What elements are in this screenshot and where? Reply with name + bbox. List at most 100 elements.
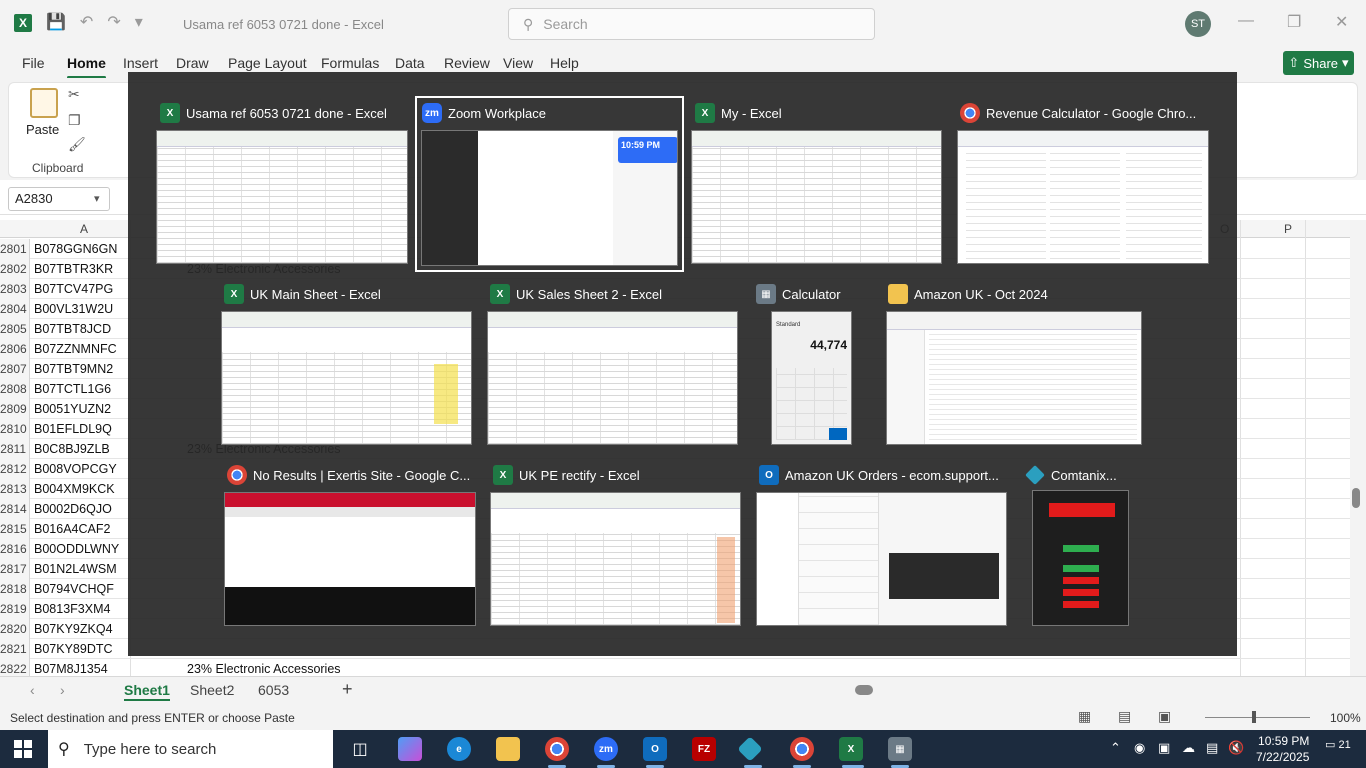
outlook-icon[interactable]: O — [643, 737, 667, 761]
cell-asin[interactable]: B00ODDLWNY — [34, 539, 119, 559]
excel-icon[interactable]: X — [839, 737, 863, 761]
row-number[interactable]: 2819 — [0, 599, 30, 619]
speaker-muted-icon[interactable]: 🔇 — [1228, 740, 1244, 756]
window-thumbnail-outlook[interactable] — [756, 492, 1007, 626]
cell-asin[interactable]: B0002D6QJO — [34, 499, 112, 519]
window-thumbnail-comtanix[interactable] — [1032, 490, 1129, 626]
window-thumbnail-usama-excel[interactable] — [156, 130, 408, 264]
sheet-tab-sheet2[interactable]: Sheet2 — [190, 682, 234, 698]
cell-asin[interactable]: B0051YUZN2 — [34, 399, 111, 419]
cell-asin[interactable]: B01EFLDL9Q — [34, 419, 112, 439]
windows-start-icon[interactable] — [14, 740, 32, 758]
cell-asin[interactable]: B008VOPCGY — [34, 459, 117, 479]
chevron-down-icon[interactable]: ▾ — [94, 192, 100, 205]
file-explorer-icon[interactable] — [496, 737, 520, 761]
normal-view-icon[interactable]: ▦ — [1078, 708, 1091, 725]
zoom-icon[interactable]: zm — [594, 737, 618, 761]
taskbar-search-input[interactable]: ⚲ Type here to search — [48, 730, 333, 768]
row-number[interactable]: 2815 — [0, 519, 30, 539]
window-thumbnail-exertis[interactable] — [224, 492, 476, 626]
paste-icon[interactable] — [30, 88, 58, 118]
tab-home[interactable]: Home — [67, 55, 106, 79]
row-number[interactable]: 2807 — [0, 359, 30, 379]
minimize-icon[interactable]: — — [1238, 12, 1254, 30]
cell-asin[interactable]: B07TCV47PG — [34, 279, 113, 299]
meet-icon[interactable]: ▣ — [1158, 740, 1170, 756]
edge-icon[interactable]: e — [447, 737, 471, 761]
row-number[interactable]: 2816 — [0, 539, 30, 559]
tab-draw[interactable]: Draw — [176, 55, 209, 71]
row-number[interactable]: 2808 — [0, 379, 30, 399]
tab-file[interactable]: File — [22, 55, 45, 71]
tab-page-layout[interactable]: Page Layout — [228, 55, 307, 71]
sheet-tab-6053[interactable]: 6053 — [258, 682, 289, 698]
tab-insert[interactable]: Insert — [123, 55, 158, 71]
cell-asin[interactable]: B07TBT8JCD — [34, 319, 111, 339]
undo-icon[interactable]: ↶ — [80, 12, 93, 32]
tab-view[interactable]: View — [503, 55, 533, 71]
cell-asin[interactable]: B07TBT9MN2 — [34, 359, 113, 379]
zoom-slider[interactable] — [1205, 717, 1310, 718]
tab-review[interactable]: Review — [444, 55, 490, 71]
window-thumbnail-calculator[interactable]: Standard 44,774 — [771, 311, 852, 445]
save-icon[interactable]: 💾 — [46, 12, 66, 32]
restore-icon[interactable]: ❐ — [1287, 12, 1301, 32]
row-number[interactable]: 2820 — [0, 619, 30, 639]
tab-formulas[interactable]: Formulas — [321, 55, 379, 71]
cell-asin[interactable]: B00VL31W2U — [34, 299, 113, 319]
cell-asin[interactable]: B01N2L4WSM — [34, 559, 117, 579]
prev-sheet-icon[interactable]: ‹ — [30, 682, 35, 698]
cell-asin[interactable]: B016A4CAF2 — [34, 519, 110, 539]
horizontal-scroll-thumb[interactable] — [855, 685, 873, 695]
page-layout-icon[interactable]: ▤ — [1118, 708, 1131, 725]
calculator-icon[interactable]: ▦ — [888, 737, 912, 761]
cut-icon[interactable]: ✂ — [68, 86, 80, 103]
vertical-scrollbar[interactable] — [1350, 220, 1366, 676]
cell-asin[interactable]: B07KY9ZKQ4 — [34, 619, 113, 639]
window-thumbnail-uk-main-sheet[interactable] — [221, 311, 472, 445]
close-icon[interactable]: ✕ — [1335, 12, 1348, 32]
search-input[interactable]: ⚲ Search — [508, 8, 875, 40]
notification-icon[interactable]: ▭ 21 — [1325, 738, 1351, 751]
cell-asin[interactable]: B078GGN6GN — [34, 239, 117, 259]
window-thumbnail-uk-pe-rectify[interactable] — [490, 492, 741, 626]
zoom-slider-thumb[interactable] — [1252, 711, 1256, 723]
vertical-scroll-thumb[interactable] — [1352, 488, 1360, 508]
chevron-up-icon[interactable]: ⌃ — [1110, 740, 1121, 756]
page-break-icon[interactable]: ▣ — [1158, 708, 1171, 725]
window-thumbnail-revenue-calculator[interactable] — [957, 130, 1209, 264]
row-number[interactable]: 2803 — [0, 279, 30, 299]
avatar[interactable]: ST — [1185, 11, 1211, 37]
chrome-profile-icon[interactable] — [790, 737, 814, 761]
customize-icon[interactable]: ▾ — [135, 12, 143, 32]
window-thumbnail-uk-sales-sheet-2[interactable] — [487, 311, 738, 445]
network-icon[interactable]: ▤ — [1206, 740, 1218, 756]
window-thumbnail-my-excel[interactable] — [691, 130, 942, 264]
column-a-header[interactable]: A — [80, 222, 88, 236]
filezilla-icon[interactable]: FZ — [692, 737, 716, 761]
tab-data[interactable]: Data — [395, 55, 425, 71]
chrome-icon[interactable] — [545, 737, 569, 761]
cell-asin[interactable]: B07TCTL1G6 — [34, 379, 111, 399]
redo-icon[interactable]: ↷ — [107, 12, 120, 32]
row-number[interactable]: 2812 — [0, 459, 30, 479]
row-number[interactable]: 2810 — [0, 419, 30, 439]
window-thumbnail-file-explorer[interactable] — [886, 311, 1142, 445]
format-painter-icon[interactable]: 🖌 — [68, 136, 86, 153]
row-number[interactable]: 2821 — [0, 639, 30, 659]
row-number[interactable]: 2813 — [0, 479, 30, 499]
cloud-icon[interactable]: ☁ — [1182, 740, 1195, 756]
row-number[interactable]: 2817 — [0, 559, 30, 579]
paste-button[interactable]: Paste — [26, 122, 59, 137]
row-number[interactable]: 2806 — [0, 339, 30, 359]
zoom-level[interactable]: 100% — [1330, 711, 1361, 725]
row-number[interactable]: 2804 — [0, 299, 30, 319]
row-number[interactable]: 2802 — [0, 259, 30, 279]
add-sheet-icon[interactable]: + — [342, 679, 353, 700]
task-view-icon[interactable]: ◫ — [348, 737, 372, 761]
cell-asin[interactable]: B0C8BJ9ZLB — [34, 439, 110, 459]
taskbar-clock[interactable]: 10:59 PM 7/22/2025 — [1256, 733, 1309, 765]
window-thumbnail-zoom[interactable]: 10:59 PM — [421, 130, 678, 266]
camera-icon[interactable]: ◉ — [1134, 740, 1145, 756]
cell-asin[interactable]: B0794VCHQF — [34, 579, 114, 599]
